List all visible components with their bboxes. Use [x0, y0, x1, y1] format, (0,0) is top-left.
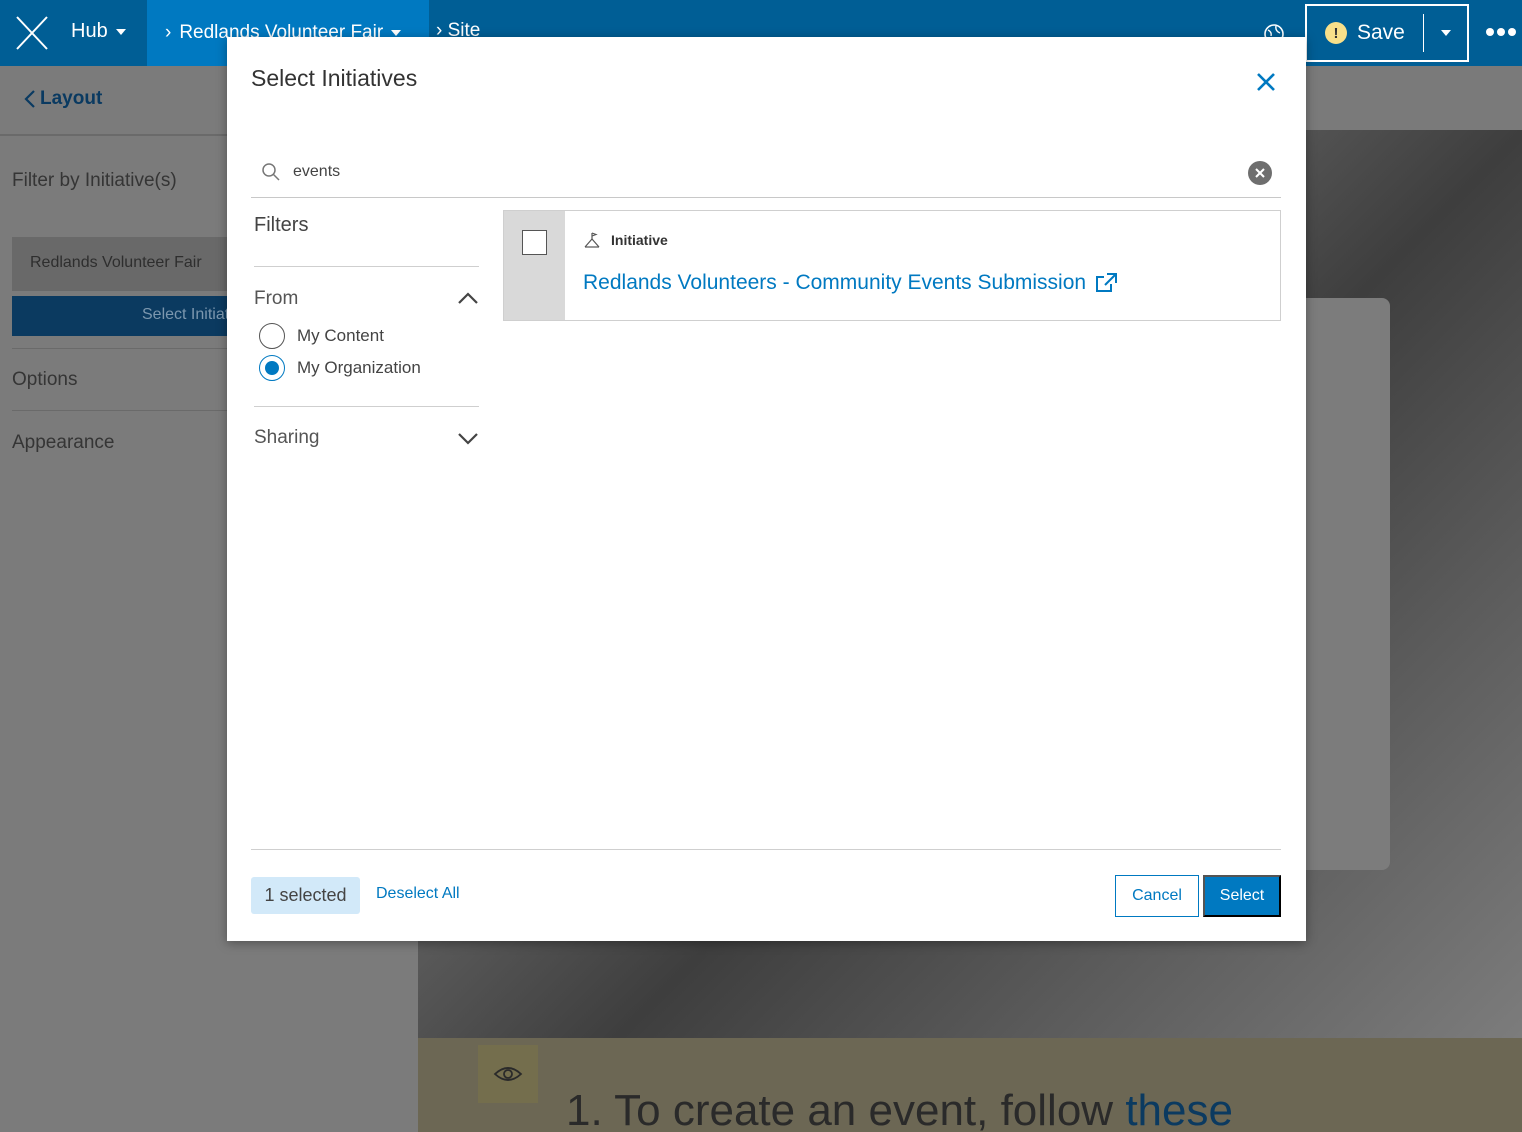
- hub-label: Hub: [71, 20, 108, 42]
- divider: [254, 266, 479, 267]
- divider: [251, 849, 1281, 850]
- page-preview-card: [1300, 298, 1390, 870]
- initiative-flag-icon: [584, 232, 600, 248]
- result-title-link[interactable]: Redlands Volunteers - Community Events S…: [583, 271, 1118, 295]
- result-checkbox-area[interactable]: [504, 211, 565, 320]
- select-button[interactable]: Select: [1203, 875, 1281, 917]
- save-label: Save: [1357, 21, 1405, 44]
- search-icon: [262, 163, 280, 181]
- back-to-layout-link[interactable]: Layout: [24, 88, 102, 110]
- chevron-right-icon: ›: [165, 22, 172, 43]
- step-text: 1. To create an event, follow: [566, 1086, 1126, 1132]
- cancel-button[interactable]: Cancel: [1115, 875, 1199, 917]
- result-card[interactable]: Initiative Redlands Volunteers - Communi…: [503, 210, 1281, 321]
- select-initiatives-dialog: Select Initiatives Filters From My Conte…: [227, 37, 1306, 941]
- filters-heading: Filters: [254, 214, 309, 236]
- hub-menu[interactable]: Hub: [71, 20, 126, 43]
- radio-button-selected[interactable]: [259, 355, 285, 381]
- selected-count-badge: 1 selected: [251, 877, 360, 914]
- save-button-group: ! Save: [1305, 4, 1469, 62]
- back-label: Layout: [40, 88, 103, 109]
- from-filter-label[interactable]: From: [254, 288, 298, 310]
- dot: [1508, 28, 1516, 36]
- hub-logo-icon[interactable]: [14, 14, 50, 52]
- search-bar: [251, 145, 1281, 198]
- sharing-filter-label[interactable]: Sharing: [254, 427, 320, 449]
- radio-button[interactable]: [259, 323, 285, 349]
- close-icon[interactable]: [1255, 71, 1277, 93]
- caret-down-icon: [1440, 30, 1451, 36]
- save-options-dropdown[interactable]: [1423, 14, 1467, 52]
- radio-label: My Content: [297, 326, 384, 345]
- save-button[interactable]: ! Save: [1307, 6, 1423, 60]
- divider: [254, 406, 479, 407]
- deselect-all-link[interactable]: Deselect All: [376, 885, 460, 903]
- external-link-icon[interactable]: [1094, 272, 1118, 294]
- dot: [1497, 28, 1505, 36]
- chevron-left-icon: [24, 90, 35, 108]
- visibility-toggle[interactable]: [478, 1045, 538, 1103]
- more-options-icon[interactable]: [1486, 28, 1516, 36]
- result-title: Redlands Volunteers - Community Events S…: [583, 271, 1087, 294]
- eye-icon: [493, 1067, 523, 1081]
- warning-icon: !: [1325, 22, 1347, 44]
- chevron-down-icon[interactable]: [457, 431, 479, 445]
- filter-heading: Filter by Initiative(s): [12, 170, 177, 191]
- caret-down-icon: [391, 30, 402, 36]
- radio-my-organization[interactable]: My Organization: [259, 355, 421, 381]
- result-type-label: Initiative: [611, 232, 668, 248]
- result-type: Initiative: [583, 231, 668, 249]
- options-section[interactable]: Options: [12, 369, 77, 391]
- close-icon: [1255, 168, 1265, 178]
- page-step-text: 1. To create an event, follow these: [566, 1086, 1233, 1132]
- appearance-section[interactable]: Appearance: [12, 432, 114, 454]
- radio-label: My Organization: [297, 358, 421, 377]
- search-input[interactable]: [293, 158, 1233, 186]
- radio-my-content[interactable]: My Content: [259, 323, 384, 349]
- dot: [1486, 28, 1494, 36]
- chevron-up-icon[interactable]: [457, 291, 479, 305]
- clear-search-icon[interactable]: [1248, 161, 1272, 185]
- result-checkbox[interactable]: [522, 230, 547, 255]
- dialog-title: Select Initiatives: [251, 65, 418, 91]
- step-link[interactable]: these: [1125, 1086, 1233, 1132]
- caret-down-icon: [115, 28, 126, 35]
